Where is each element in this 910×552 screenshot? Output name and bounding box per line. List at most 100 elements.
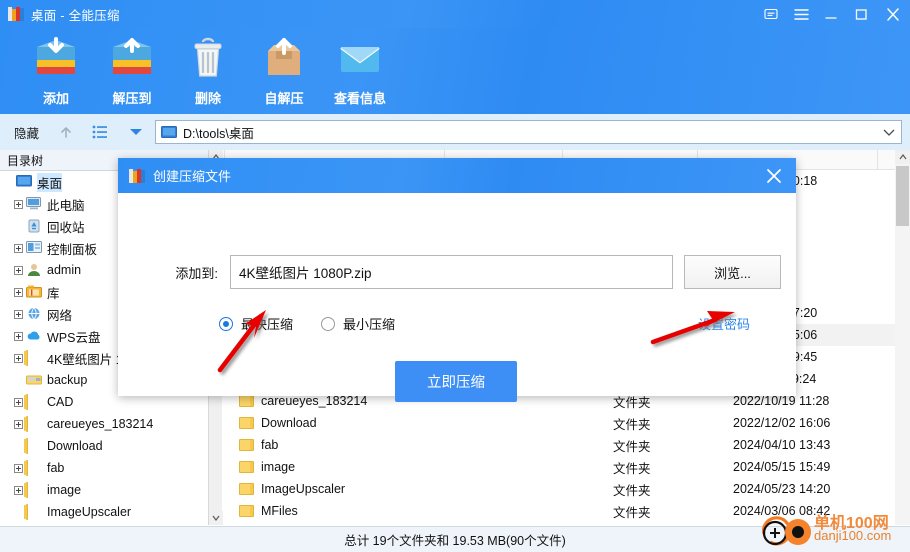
add-archive-icon <box>30 34 82 84</box>
list-scroll-thumb[interactable] <box>896 166 909 226</box>
tree-item-label: 4K壁纸图片 1 <box>47 352 123 367</box>
tree-item-fab[interactable]: fab <box>0 457 221 479</box>
file-row-name: ImageUpscaler <box>261 482 346 496</box>
folder-icon <box>26 394 42 410</box>
menu-icon[interactable] <box>786 0 816 28</box>
hide-panel-button[interactable]: 隐藏 <box>14 123 39 142</box>
path-bar: 隐藏 D:\tools\桌面 <box>0 114 910 150</box>
arrow-up-icon[interactable] <box>53 119 79 145</box>
extract-to-icon <box>106 34 158 84</box>
path-combo-chevron-down-icon[interactable] <box>883 125 895 139</box>
dialog-title: 创建压缩文件 <box>153 169 232 184</box>
expand-plus-icon[interactable] <box>14 309 23 319</box>
expand-plus-icon[interactable] <box>14 199 23 209</box>
tree-item-careueyes_183214[interactable]: careueyes_183214 <box>0 413 221 435</box>
folder-icon <box>239 461 254 473</box>
expand-plus-icon[interactable] <box>14 287 23 297</box>
expand-plus-icon[interactable] <box>14 331 23 341</box>
file-row-name: Download <box>261 416 317 430</box>
file-row[interactable]: ImageUpscaler 文件夹 2024/05/23 14:20 <box>223 478 895 500</box>
file-row-modified: 2024/04/10 13:43 <box>733 438 831 452</box>
control-panel-icon <box>26 241 42 255</box>
create-archive-dialog: 创建压缩文件 添加到: 4K壁纸图片 1080P.zip 浏览... 最快压缩 <box>118 158 796 402</box>
file-row[interactable]: fab 文件夹 2024/04/10 13:43 <box>223 434 895 456</box>
mail-info-icon <box>334 34 386 84</box>
path-value: D:\tools\桌面 <box>183 126 254 141</box>
toolbar-label-add: 添加 <box>42 91 69 106</box>
compression-options-row: 最快压缩 最小压缩 设置密码 <box>118 314 796 333</box>
tree-item-label: 库 <box>47 286 60 301</box>
tree-item-label: 回收站 <box>47 220 85 235</box>
chevron-down-icon[interactable] <box>123 119 149 145</box>
expand-plus-icon[interactable] <box>14 353 23 363</box>
tree-item-ImageUpscaler[interactable]: ImageUpscaler <box>0 501 221 523</box>
expand-plus-icon[interactable] <box>14 243 23 253</box>
set-password-link[interactable]: 设置密码 <box>698 314 750 333</box>
tree-item-label: CAD <box>47 395 74 409</box>
tree-item-label: Download <box>47 439 103 453</box>
archive-destination-row: 添加到: 4K壁纸图片 1080P.zip 浏览... <box>118 255 796 289</box>
tree-scroll-down-icon[interactable] <box>209 511 223 525</box>
toolbar-button-view-info[interactable]: 查看信息 <box>322 34 398 107</box>
tree-item-label: image <box>47 483 82 497</box>
toolbar-button-add[interactable]: 添加 <box>18 34 94 107</box>
tree-item-label: admin <box>47 263 82 277</box>
toolbar-button-delete[interactable]: 删除 <box>170 34 246 107</box>
expand-plus-icon[interactable] <box>14 419 23 429</box>
file-row-type: 文件夹 <box>613 483 651 498</box>
compress-now-button[interactable]: 立即压缩 <box>395 361 517 402</box>
expand-plus-icon[interactable] <box>14 485 23 495</box>
folder-icon <box>26 482 42 498</box>
radio-fastest-compression[interactable]: 最快压缩 <box>219 314 293 333</box>
file-row-name-cell: ImageUpscaler <box>223 482 613 496</box>
expand-plus-icon[interactable] <box>14 463 23 473</box>
minimize-icon[interactable] <box>816 0 846 28</box>
radio-dot-fastest <box>219 316 233 331</box>
radio-label-fastest: 最快压缩 <box>241 317 294 332</box>
watermark-logo-icon <box>762 516 811 546</box>
tree-item-image[interactable]: image <box>0 479 221 501</box>
path-input[interactable]: D:\tools\桌面 <box>155 120 902 144</box>
shared-folder-icon <box>26 373 42 387</box>
dialog-close-icon[interactable] <box>752 158 796 193</box>
archive-name-input[interactable]: 4K壁纸图片 1080P.zip <box>230 255 673 289</box>
browse-button[interactable]: 浏览... <box>684 255 781 289</box>
maximize-icon[interactable] <box>846 0 876 28</box>
dialog-body: 添加到: 4K壁纸图片 1080P.zip 浏览... 最快压缩 最小压缩 设置… <box>118 193 796 402</box>
close-icon[interactable] <box>876 0 910 28</box>
tree-item-label: backup <box>47 373 88 387</box>
file-row-type: 文件夹 <box>613 439 651 454</box>
feedback-icon[interactable] <box>756 0 786 28</box>
dialog-title-bar: 创建压缩文件 <box>118 158 796 193</box>
file-row[interactable]: Download 文件夹 2022/12/02 16:06 <box>223 412 895 434</box>
radio-smallest-compression[interactable]: 最小压缩 <box>321 314 395 333</box>
expand-plus-icon[interactable] <box>14 397 23 407</box>
folder-icon <box>239 483 254 495</box>
list-view-icon[interactable] <box>87 119 113 145</box>
file-row-name: MFiles <box>261 504 298 518</box>
file-row[interactable]: image 文件夹 2024/05/15 15:49 <box>223 456 895 478</box>
file-row-modified: 2022/10/19 11:28 <box>733 394 830 408</box>
tree-item-MFiles[interactable]: MFiles <box>0 523 221 525</box>
expand-plus-icon[interactable] <box>14 265 23 275</box>
folder-icon <box>26 416 42 432</box>
watermark-line2: danji100.com <box>814 528 892 543</box>
toolbar-button-extract-to[interactable]: 解压到 <box>94 34 170 107</box>
toolbar-label-extract-to: 解压到 <box>112 91 152 106</box>
tree-item-label: 桌面 <box>37 172 63 192</box>
main-toolbar: 添加 解压到 删除 自解压 查看信息 <box>0 28 910 114</box>
tree-item-label: 此电脑 <box>47 198 85 213</box>
list-scroll-up-icon[interactable] <box>895 150 910 164</box>
file-list-scrollbar[interactable] <box>895 150 910 525</box>
sfx-box-icon <box>258 34 310 84</box>
user-icon <box>26 263 42 277</box>
tree-item-Download[interactable]: Download <box>0 435 221 457</box>
library-icon <box>26 285 42 299</box>
file-row-name-cell: MFiles <box>223 504 613 518</box>
toolbar-button-sfx[interactable]: 自解压 <box>246 34 322 107</box>
file-row-type: 文件夹 <box>613 417 651 432</box>
title-bar: 桌面 - 全能压缩 <box>0 0 910 28</box>
file-row-name: image <box>261 460 296 474</box>
